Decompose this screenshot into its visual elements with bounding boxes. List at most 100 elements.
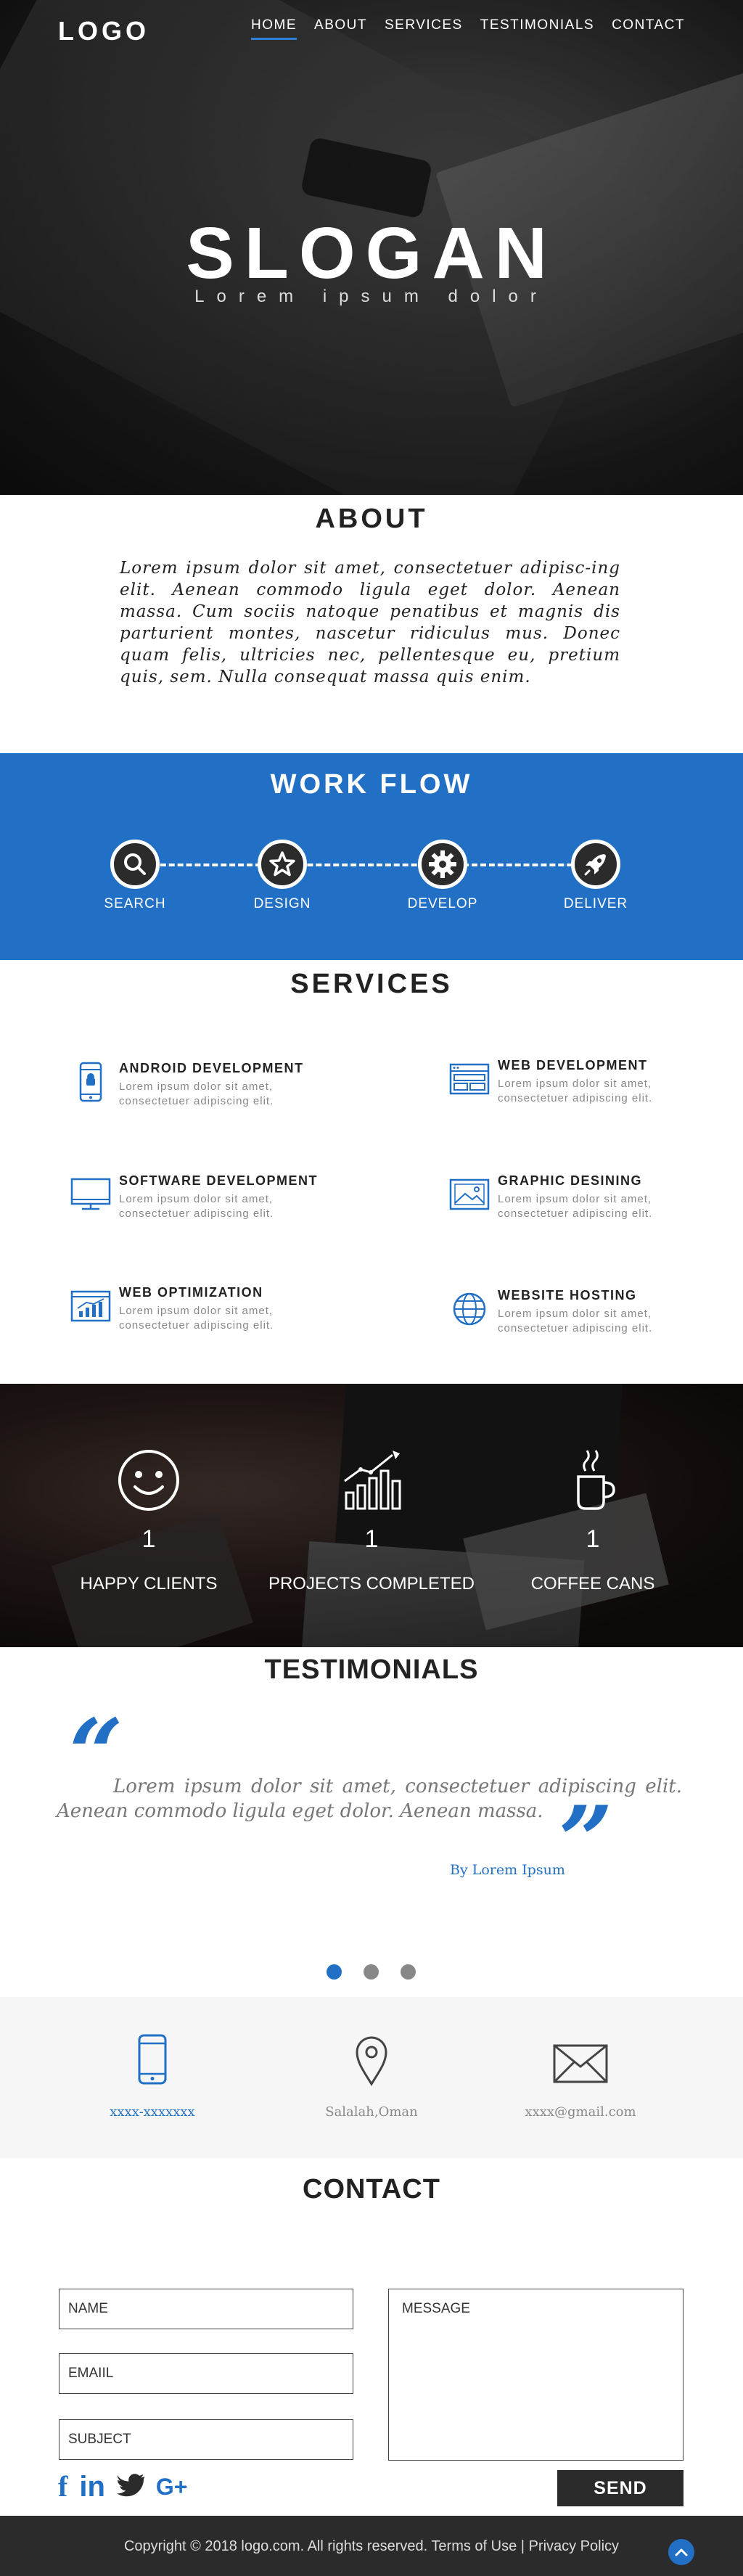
about-text: Lorem ipsum dolor sit amet, consectetuer… bbox=[120, 559, 620, 686]
quote-open-icon: “ bbox=[69, 1698, 123, 1809]
nav-testimonials[interactable]: TESTIMONIALS bbox=[480, 17, 594, 40]
chevron-up-icon bbox=[675, 2548, 688, 2556]
privacy-link[interactable]: Privacy Policy bbox=[529, 2538, 619, 2554]
workflow-step-develop: DEVELOP bbox=[399, 840, 486, 912]
workflow-step-search: SEARCH bbox=[91, 840, 178, 912]
workflow-title: WORK FLOW bbox=[270, 769, 473, 800]
nav-home[interactable]: HOME bbox=[251, 17, 297, 40]
image-icon bbox=[448, 1173, 490, 1215]
service-graphic-designing[interactable]: GRAPHIC DESINING Lorem ipsum dolor sit a… bbox=[448, 1173, 731, 1231]
stat-number: 1 bbox=[141, 1525, 156, 1553]
bar-chart-icon bbox=[263, 1448, 480, 1517]
workflow-connector bbox=[134, 864, 599, 866]
hero-slogan: SLOGAN bbox=[186, 213, 557, 294]
main-nav: HOME ABOUT SERVICES TESTIMONIALS CONTACT bbox=[251, 17, 685, 40]
hero-subtitle: Lorem ipsum dolor bbox=[194, 287, 549, 306]
service-software-development[interactable]: SOFTWARE DEVELOPMENT Lorem ipsum dolor s… bbox=[70, 1173, 353, 1231]
copyright-text: Copyright © 2018 logo.com. All rights re… bbox=[123, 2538, 428, 2554]
footer-separator: | bbox=[520, 2538, 525, 2554]
footer-text: Copyright © 2018 logo.com. All rights re… bbox=[0, 2538, 743, 2555]
service-web-optimization[interactable]: WEB OPTIMIZATION Lorem ipsum dolor sit a… bbox=[70, 1285, 353, 1343]
service-description: Lorem ipsum dolor sit amet, consectetuer… bbox=[119, 1080, 274, 1107]
stat-number: 1 bbox=[364, 1525, 379, 1553]
site-logo[interactable]: LOGO bbox=[58, 16, 149, 46]
services-title: SERVICES bbox=[290, 969, 453, 999]
workflow-section: WORK FLOW SEARCH DESIGN DEVELOP DELIVER bbox=[0, 753, 743, 960]
info-phone: xxxx-xxxxxxx bbox=[44, 2033, 261, 2120]
globe-icon bbox=[448, 1288, 490, 1330]
service-title: WEB DEVELOPMENT bbox=[498, 1058, 648, 1072]
location-pin-icon bbox=[263, 2033, 480, 2088]
hero-section: LOGO HOME ABOUT SERVICES TESTIMONIALS CO… bbox=[0, 0, 743, 495]
testimonial-dot-3[interactable] bbox=[401, 1964, 416, 1980]
service-description: Lorem ipsum dolor sit amet, consectetuer… bbox=[498, 1308, 653, 1334]
contact-info-band: xxxx-xxxxxxx Salalah,Oman xxxx@gmail.com bbox=[0, 1997, 743, 2158]
scroll-top-button[interactable] bbox=[668, 2539, 694, 2565]
stat-number: 1 bbox=[586, 1525, 600, 1553]
contact-title: CONTACT bbox=[303, 2174, 440, 2204]
nav-contact[interactable]: CONTACT bbox=[612, 17, 685, 40]
info-location: Salalah,Oman bbox=[263, 2033, 480, 2120]
name-field[interactable]: NAME bbox=[59, 2289, 353, 2329]
terms-link[interactable]: Terms of Use bbox=[431, 2538, 517, 2554]
message-field[interactable]: MESSAGE bbox=[388, 2289, 684, 2461]
service-description: Lorem ipsum dolor sit amet, consectetuer… bbox=[498, 1193, 653, 1220]
service-description: Lorem ipsum dolor sit amet, consectetuer… bbox=[498, 1078, 653, 1104]
subject-field[interactable]: SUBJECT bbox=[59, 2419, 353, 2460]
workflow-step-label: DELIVER bbox=[563, 896, 628, 911]
envelope-icon bbox=[472, 2033, 689, 2088]
search-icon bbox=[110, 840, 160, 889]
service-title: GRAPHIC DESINING bbox=[498, 1173, 643, 1188]
send-button[interactable]: SEND bbox=[557, 2470, 684, 2506]
stats-section: 1 HAPPY CLIENTS 1 PROJECTS COMPLETED 1 C… bbox=[0, 1384, 743, 1647]
info-email: xxxx@gmail.com bbox=[472, 2033, 689, 2120]
social-links: f in G+ bbox=[58, 2471, 187, 2503]
service-website-hosting[interactable]: WEBSITE HOSTING Lorem ipsum dolor sit am… bbox=[448, 1288, 731, 1346]
facebook-icon[interactable]: f bbox=[58, 2471, 67, 2503]
quote-close-icon: ” bbox=[559, 1785, 613, 1896]
service-description: Lorem ipsum dolor sit amet, consectetuer… bbox=[119, 1305, 274, 1332]
monitor-icon bbox=[70, 1173, 112, 1215]
testimonials-title: TESTIMONIALS bbox=[264, 1654, 479, 1685]
footer: Copyright © 2018 logo.com. All rights re… bbox=[0, 2516, 743, 2576]
stat-label: COFFEE CANS bbox=[530, 1574, 655, 1593]
service-android-development[interactable]: ANDROID DEVELOPMENT Lorem ipsum dolor si… bbox=[70, 1061, 353, 1119]
service-web-development[interactable]: WEB DEVELOPMENT Lorem ipsum dolor sit am… bbox=[448, 1058, 731, 1116]
testimonial-dot-2[interactable] bbox=[364, 1964, 379, 1980]
stat-label: HAPPY CLIENTS bbox=[80, 1574, 218, 1593]
hero-slide-indicator-1[interactable] bbox=[288, 419, 328, 424]
smiley-icon bbox=[40, 1448, 258, 1517]
hero-slide-indicator-3[interactable] bbox=[419, 419, 459, 424]
service-title: WEBSITE HOSTING bbox=[498, 1288, 637, 1303]
phone-icon bbox=[44, 2033, 261, 2088]
page: LOGO HOME ABOUT SERVICES TESTIMONIALS CO… bbox=[0, 0, 743, 2576]
email-field[interactable]: EMAIIL bbox=[59, 2353, 353, 2394]
testimonial-dot-1[interactable] bbox=[327, 1964, 342, 1980]
info-email-text[interactable]: xxxx@gmail.com bbox=[472, 2104, 689, 2120]
info-location-text: Salalah,Oman bbox=[325, 2104, 418, 2120]
browser-window-icon bbox=[448, 1058, 490, 1100]
google-plus-icon[interactable]: G+ bbox=[156, 2471, 188, 2503]
twitter-icon[interactable] bbox=[116, 2473, 145, 2501]
workflow-step-label: DEVELOP bbox=[407, 896, 478, 911]
service-title: ANDROID DEVELOPMENT bbox=[119, 1061, 304, 1075]
info-phone-text[interactable]: xxxx-xxxxxxx bbox=[44, 2104, 261, 2120]
testimonial-author: By Lorem Ipsum bbox=[450, 1862, 565, 1878]
nav-about[interactable]: ABOUT bbox=[314, 17, 367, 40]
service-title: WEB OPTIMIZATION bbox=[119, 1285, 263, 1300]
hero-slide-indicator-2[interactable] bbox=[353, 419, 393, 424]
testimonial-slider-dots bbox=[327, 1964, 416, 1980]
rocket-icon bbox=[571, 840, 620, 889]
workflow-step-deliver: DELIVER bbox=[552, 840, 639, 912]
coffee-cup-icon bbox=[484, 1448, 702, 1517]
gear-icon bbox=[418, 840, 467, 889]
workflow-step-label: DESIGN bbox=[253, 896, 311, 911]
stat-label: PROJECTS COMPLETED bbox=[268, 1574, 475, 1593]
star-icon bbox=[258, 840, 307, 889]
android-phone-icon bbox=[70, 1061, 112, 1103]
service-description: Lorem ipsum dolor sit amet, consectetuer… bbox=[119, 1193, 274, 1220]
nav-services[interactable]: SERVICES bbox=[385, 17, 463, 40]
about-title: ABOUT bbox=[315, 504, 428, 534]
workflow-step-design: DESIGN bbox=[239, 840, 326, 912]
linkedin-icon[interactable]: in bbox=[79, 2471, 105, 2503]
